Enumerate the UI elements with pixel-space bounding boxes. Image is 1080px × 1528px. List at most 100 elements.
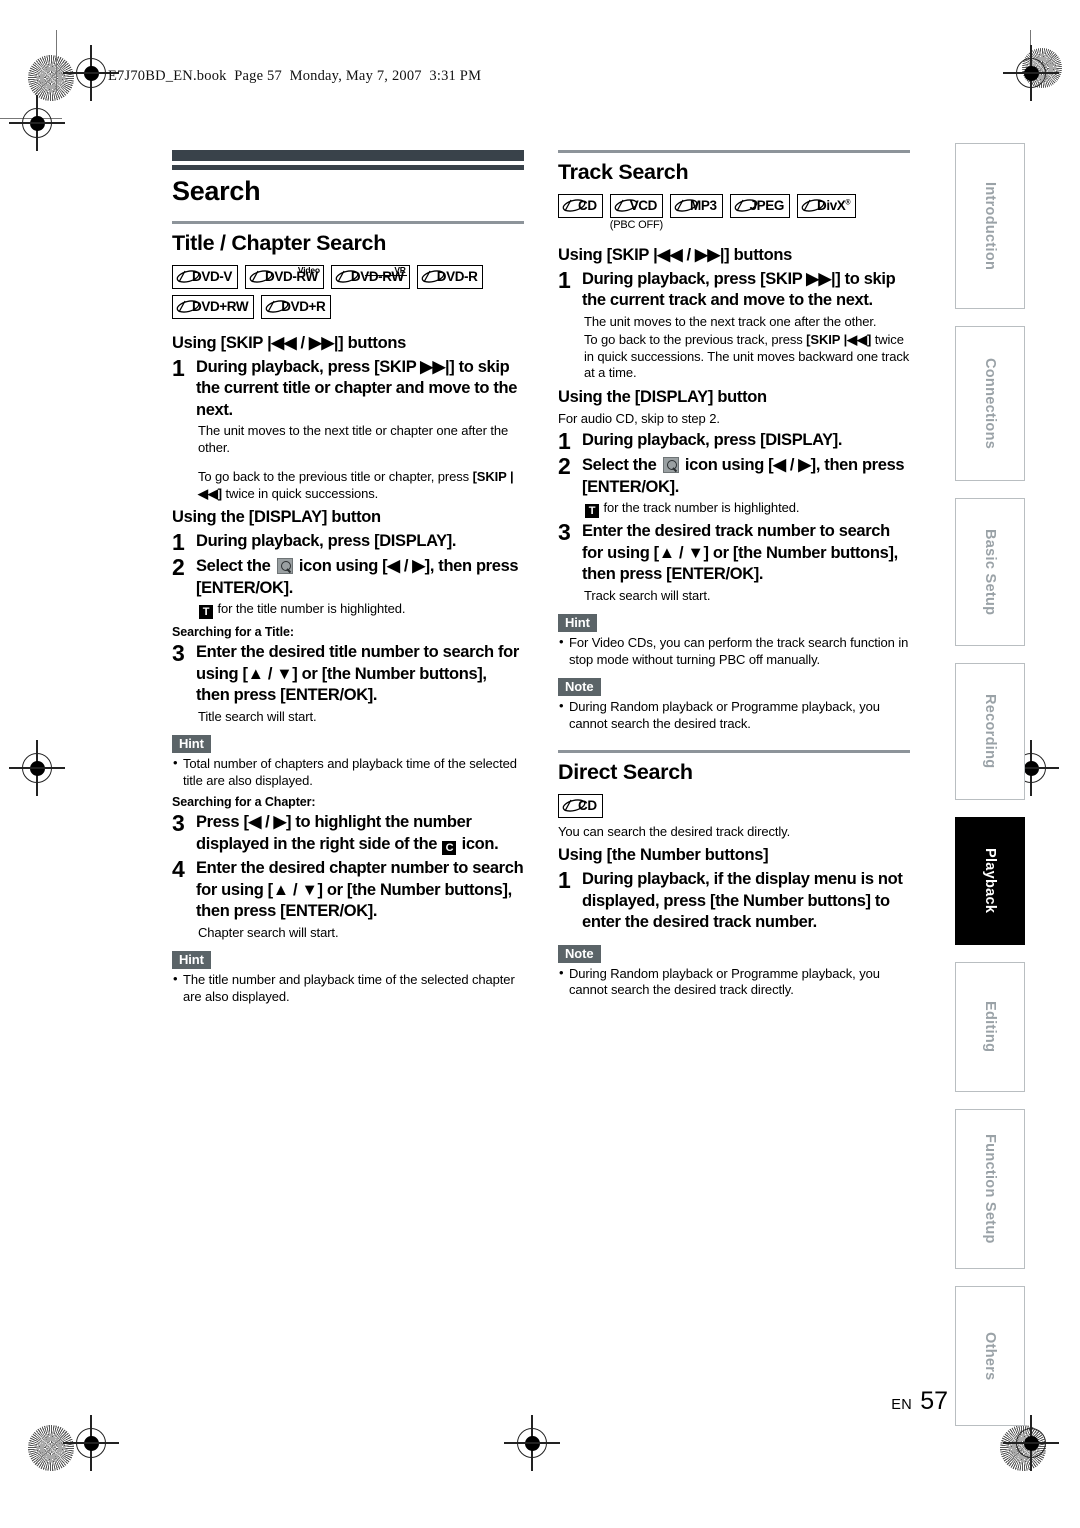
step-detail: Track search will start. bbox=[584, 587, 711, 603]
step-item: 1 During playback, press [DISPLAY]. bbox=[172, 531, 524, 554]
chapter-rule bbox=[172, 150, 524, 170]
step-item: 3 Enter the desired track number to sear… bbox=[558, 521, 910, 586]
tab-introduction[interactable]: Introduction bbox=[955, 143, 1025, 309]
step-number: 2 bbox=[558, 453, 571, 479]
hint-badge: Hint bbox=[172, 951, 211, 969]
hint-list: The title number and playback time of th… bbox=[172, 971, 524, 1005]
step-number: 3 bbox=[172, 640, 185, 666]
step-text-part: icon. bbox=[457, 834, 499, 853]
tab-recording[interactable]: Recording bbox=[955, 663, 1025, 800]
tab-function-setup[interactable]: Function Setup bbox=[955, 1109, 1025, 1269]
skip-prev-key: [SKIP |◀◀] bbox=[806, 332, 872, 347]
step-text-part: Press [◀ / ▶] to highlight the number di… bbox=[196, 813, 472, 853]
step-text-part: Select the bbox=[196, 557, 275, 575]
step-item: 1 During playback, press [SKIP ▶▶|] to s… bbox=[558, 266, 910, 312]
tab-others[interactable]: Others bbox=[955, 1286, 1025, 1426]
note-list: During Random playback or Programme play… bbox=[558, 698, 910, 732]
label-searching-for-a-title: Searching for a Title: bbox=[172, 625, 294, 639]
tab-playback[interactable]: Playback bbox=[955, 817, 1025, 945]
detail-text: To go back to the previous track, press bbox=[584, 332, 807, 347]
tab-editing[interactable]: Editing bbox=[955, 962, 1025, 1092]
right-column: Track Search CD VCD (PBC OFF) MP3 JPEG D… bbox=[558, 150, 910, 999]
hint-badge: Hint bbox=[558, 614, 597, 632]
registration-crosshair-icon bbox=[9, 740, 65, 796]
detail-text: for the title number is highlighted. bbox=[214, 601, 406, 616]
registered-mark: ® bbox=[845, 199, 851, 207]
step-detail: The unit moves to the next title or chap… bbox=[198, 423, 509, 455]
running-header: E7J70BD_EN.book Page 57 Monday, May 7, 2… bbox=[108, 68, 482, 84]
chapter-marker-icon: C bbox=[442, 840, 457, 855]
disc-logo-label: DVD+RW bbox=[192, 298, 249, 314]
hint-badge: Hint bbox=[172, 735, 211, 753]
registration-crosshair-icon bbox=[1003, 45, 1059, 101]
search-icon bbox=[662, 457, 679, 473]
step-number: 1 bbox=[558, 266, 571, 293]
detail-text: To go back to the previous title or chap… bbox=[198, 469, 473, 484]
note-list: During Random playback or Programme play… bbox=[558, 965, 910, 999]
step-text: During playback, press [DISPLAY]. bbox=[582, 431, 843, 449]
registration-crosshair-icon bbox=[63, 45, 119, 101]
step-number: 2 bbox=[172, 554, 185, 580]
step-text: During playback, if the display menu is … bbox=[582, 870, 903, 931]
disc-logo-tag: Video bbox=[297, 264, 320, 275]
list-item: Total number of chapters and playback ti… bbox=[172, 755, 524, 789]
step-item: 3 Press [◀ / ▶] to highlight the number … bbox=[172, 812, 524, 855]
display-subnote: For audio CD, skip to step 2. bbox=[558, 410, 720, 426]
media-logo-label: CD bbox=[578, 797, 597, 813]
step-number: 1 bbox=[558, 867, 571, 893]
step-number: 4 bbox=[172, 856, 185, 882]
media-logo-vcd: VCD (PBC OFF) bbox=[609, 193, 663, 231]
page-title: Search bbox=[172, 176, 261, 206]
step-item: 1 During playback, press [SKIP ▶▶|] to s… bbox=[172, 356, 524, 422]
hint-list: For Video CDs, you can perform the track… bbox=[558, 634, 910, 668]
media-logo-label: JPEG bbox=[749, 197, 785, 213]
tab-basic-setup[interactable]: Basic Setup bbox=[955, 498, 1025, 646]
page-footer: EN 57 bbox=[891, 1387, 948, 1416]
tab-label: Editing bbox=[982, 1001, 998, 1053]
disc-logo-row: DVD-V Video DVD-RW VR DVD-RW DVD-R DVD+R… bbox=[172, 264, 524, 319]
registration-starburst-icon bbox=[28, 55, 74, 101]
hint-list: Total number of chapters and playback ti… bbox=[172, 755, 524, 789]
tab-label: Others bbox=[982, 1331, 998, 1381]
step-text: Enter the desired chapter number to sear… bbox=[196, 859, 524, 920]
media-logo-row: CD VCD (PBC OFF) MP3 JPEG DivX® bbox=[558, 193, 910, 231]
media-logo-mp3: MP3 bbox=[670, 193, 723, 231]
step-detail: To go back to the previous track, press … bbox=[584, 332, 910, 382]
step-text: Enter the desired track number to search… bbox=[582, 522, 898, 583]
tab-label: Function Setup bbox=[982, 1134, 998, 1244]
detail-text: twice in quick successions. bbox=[222, 485, 379, 501]
media-logo-label: DivX bbox=[817, 197, 846, 213]
tab-label: Basic Setup bbox=[982, 528, 998, 616]
label-searching-for-a-chapter: Searching for a Chapter: bbox=[172, 795, 316, 809]
media-logo-divx: DivX® bbox=[797, 193, 857, 231]
step-number: 3 bbox=[172, 810, 185, 836]
subheading-skip-buttons: Using [SKIP |◀◀ / ▶▶|] buttons bbox=[558, 245, 793, 264]
section-rule bbox=[558, 150, 910, 153]
registration-crosshair-icon bbox=[63, 1415, 119, 1471]
subheading-number-buttons: Using [the Number buttons] bbox=[558, 846, 769, 864]
step-detail: Chapter search will start. bbox=[198, 924, 339, 940]
section-title-title-chapter-search: Title / Chapter Search bbox=[172, 230, 387, 255]
tab-connections[interactable]: Connections bbox=[955, 326, 1025, 481]
step-item: 2 Select the icon using [◀ / ▶], then pr… bbox=[172, 556, 524, 599]
step-text: Select the icon using [◀ / ▶], then pres… bbox=[196, 556, 524, 599]
subheading-display-button: Using the [DISPLAY] button bbox=[558, 387, 767, 406]
step-item: 3 Enter the desired title number to sear… bbox=[172, 642, 524, 707]
registration-starburst-icon bbox=[28, 1425, 74, 1471]
media-logo-sublabel: (PBC OFF) bbox=[609, 218, 663, 231]
disc-logo-label: DVD+R bbox=[281, 298, 326, 314]
list-item: The title number and playback time of th… bbox=[172, 971, 524, 1005]
disc-logo-dvd-v: DVD-V bbox=[172, 264, 239, 289]
list-item: During Random playback or Programme play… bbox=[558, 965, 910, 999]
disc-logo-dvd-rw-vr: VR DVD-RW bbox=[330, 264, 410, 289]
step-text: Select the icon using [◀ / ▶], then pres… bbox=[582, 455, 910, 498]
subheading-skip-buttons: Using [SKIP |◀◀ / ▶▶|] buttons bbox=[172, 333, 407, 352]
step-detail: To go back to the previous title or chap… bbox=[198, 469, 524, 502]
step-number: 3 bbox=[558, 519, 571, 545]
step-detail: T for the title number is highlighted. bbox=[198, 601, 524, 619]
chapter-tab-rail: Introduction Connections Basic Setup Rec… bbox=[955, 143, 1025, 1443]
media-logo-label: MP3 bbox=[690, 197, 717, 213]
step-item: 1 During playback, if the display menu i… bbox=[558, 869, 910, 934]
section-rule bbox=[172, 221, 524, 224]
step-item: 1 During playback, press [DISPLAY]. bbox=[558, 430, 910, 453]
